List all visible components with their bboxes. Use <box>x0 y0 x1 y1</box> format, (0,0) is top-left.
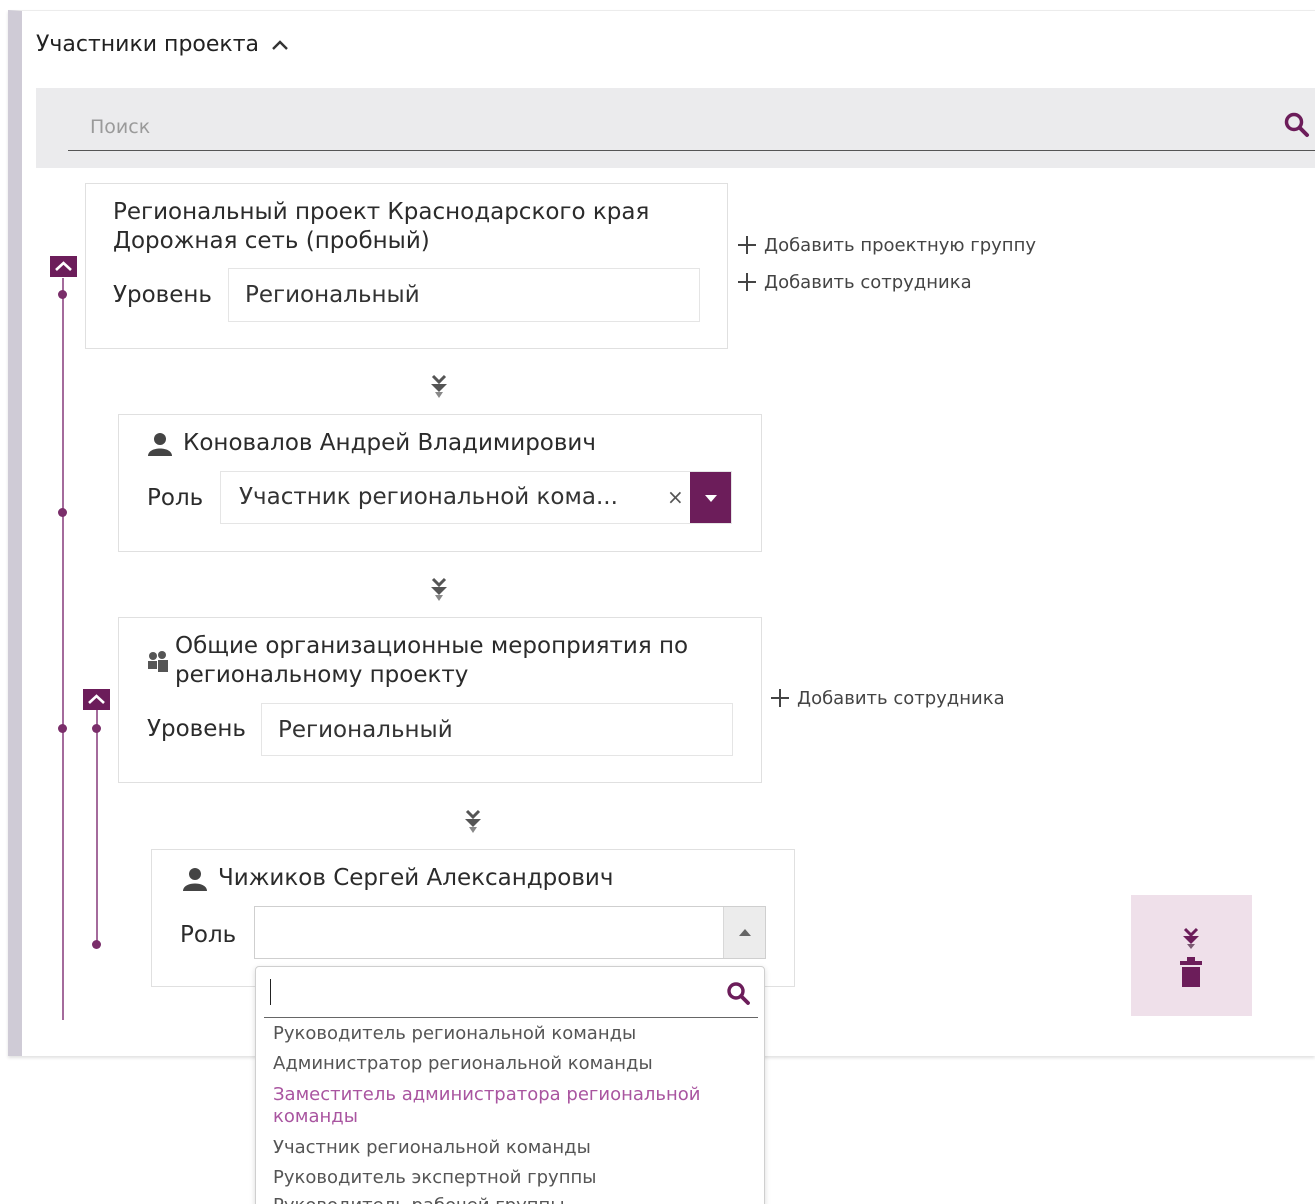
role-select[interactable] <box>254 906 766 959</box>
role-select[interactable]: Участник региональной кома... <box>220 471 732 524</box>
dropdown-option[interactable]: Руководитель экспертной группы <box>273 1167 753 1189</box>
clear-role-icon[interactable]: × <box>667 485 684 509</box>
section-header[interactable]: Участники проекта <box>36 32 291 57</box>
dropdown-option[interactable]: Руководитель рабочей группы <box>273 1195 753 1204</box>
add-employee-link[interactable]: Добавить сотрудника <box>769 687 1005 709</box>
arrow-down-icon <box>431 577 447 601</box>
member-card: Коновалов Андрей Владимирович Роль Участ… <box>118 414 762 552</box>
dropdown-option[interactable]: Участник региональной команды <box>273 1137 753 1159</box>
tree-node-dot <box>58 724 67 733</box>
search-bar <box>36 88 1315 168</box>
chevron-up-icon <box>55 261 72 271</box>
group-title: Общие организационные мероприятия по рег… <box>147 632 688 690</box>
plus-icon <box>771 689 789 707</box>
tree-node-dot <box>92 940 101 949</box>
collapse-project-button[interactable] <box>50 256 77 277</box>
collapse-group-button[interactable] <box>83 689 110 710</box>
caret-up-icon <box>738 928 751 936</box>
tree-node-dot <box>92 724 101 733</box>
role-label: Роль <box>147 485 204 511</box>
plus-icon <box>738 236 756 254</box>
tree-line-inner <box>96 710 98 946</box>
move-delete-actions <box>1131 895 1252 1016</box>
add-employee-link[interactable]: Добавить сотрудника <box>736 271 972 293</box>
arrow-down-icon <box>465 809 481 833</box>
group-card: Общие организационные мероприятия по рег… <box>118 617 762 783</box>
role-dropdown-menu: Руководитель региональной команды Админи… <box>255 966 765 1204</box>
user-icon <box>148 432 172 456</box>
role-value: Участник региональной кома... <box>239 484 618 510</box>
dropdown-option[interactable]: Администратор региональной команды <box>273 1053 753 1075</box>
member-name: Чижиков Сергей Александрович <box>182 864 613 893</box>
section-title: Участники проекта <box>36 32 259 57</box>
chevron-up-icon <box>88 694 105 704</box>
add-project-group-link[interactable]: Добавить проектную группу <box>736 234 1036 256</box>
search-input[interactable]: Поиск <box>90 116 150 138</box>
level-label: Уровень <box>113 282 212 308</box>
role-label: Роль <box>180 922 237 948</box>
dropdown-search-input[interactable] <box>270 979 271 1005</box>
role-dropdown-toggle[interactable] <box>690 472 731 523</box>
project-title: Региональный проект Краснодарского края … <box>113 199 650 254</box>
search-icon[interactable] <box>726 981 752 1007</box>
arrow-down-icon <box>431 374 447 398</box>
caret-down-icon <box>704 494 717 502</box>
dropdown-option-highlighted[interactable]: Заместитель администратора региональной … <box>273 1084 753 1128</box>
level-label: Уровень <box>147 716 246 742</box>
level-field[interactable]: Региональный <box>228 268 700 322</box>
trash-icon[interactable] <box>1180 957 1202 987</box>
project-card: Региональный проект Краснодарского края … <box>85 183 728 349</box>
chevron-up-icon[interactable] <box>269 34 291 56</box>
search-underline <box>68 150 1315 151</box>
dropdown-option[interactable]: Руководитель региональной команды <box>273 1023 753 1045</box>
users-group-icon <box>148 651 168 672</box>
tree-node-dot <box>58 290 67 299</box>
user-icon <box>183 867 207 891</box>
search-icon[interactable] <box>1283 111 1311 139</box>
dropdown-search-underline <box>264 1017 758 1018</box>
arrow-down-icon[interactable] <box>1181 927 1201 951</box>
tree-line-outer <box>62 278 64 1020</box>
role-dropdown-toggle[interactable] <box>723 907 765 958</box>
plus-icon <box>738 273 756 291</box>
level-field[interactable]: Региональный <box>261 703 733 756</box>
tree-node-dot <box>58 508 67 517</box>
member-name: Коновалов Андрей Владимирович <box>147 429 596 458</box>
